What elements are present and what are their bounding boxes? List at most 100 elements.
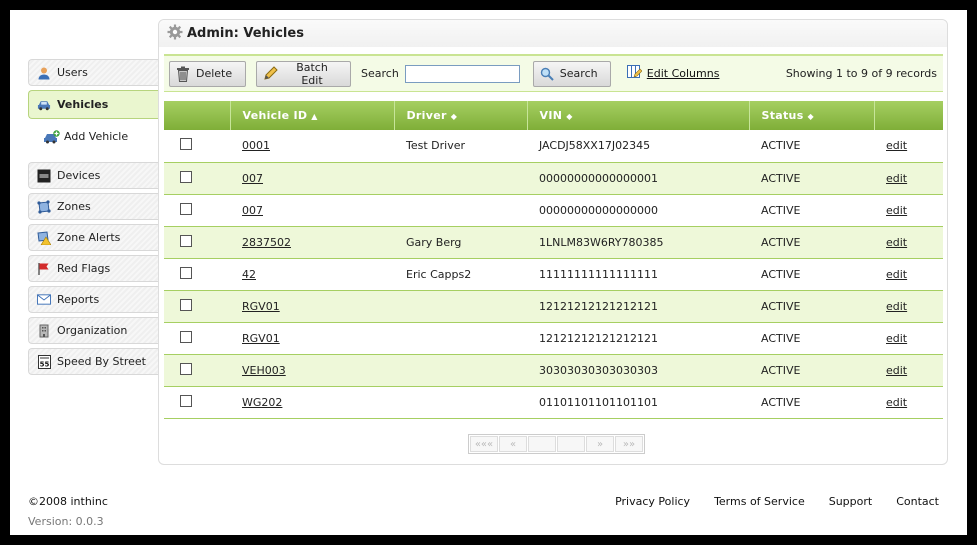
table-row: RGV01 12121212121212121 ACTIVE edit bbox=[164, 290, 943, 322]
version-label: Version: 0.0.3 bbox=[28, 515, 104, 528]
status-cell: ACTIVE bbox=[761, 267, 801, 281]
vehicle-id-link[interactable]: RGV01 bbox=[242, 332, 280, 345]
privacy-policy-link[interactable]: Privacy Policy bbox=[615, 495, 690, 508]
action-column-header bbox=[874, 101, 943, 130]
driver-cell: Gary Berg bbox=[406, 235, 462, 249]
sidebar-item-label: Vehicles bbox=[57, 98, 109, 111]
contact-link[interactable]: Contact bbox=[896, 495, 939, 508]
vehicle-id-link[interactable]: 007 bbox=[242, 204, 263, 217]
table-row: 0001 Test Driver JACDJ58XX17J02345 ACTIV… bbox=[164, 130, 943, 162]
row-checkbox[interactable] bbox=[180, 394, 192, 407]
driver-cell bbox=[394, 354, 527, 386]
sidebar-item-label: Organization bbox=[57, 324, 128, 337]
vehicle-id-column-header[interactable]: Vehicle ID ▲ bbox=[230, 101, 395, 130]
vehicle-id-link[interactable]: 0001 bbox=[242, 139, 270, 152]
last-page-button[interactable]: »» bbox=[615, 436, 643, 452]
search-input[interactable] bbox=[404, 64, 520, 83]
edit-columns-link[interactable]: Edit Columns bbox=[626, 65, 719, 82]
vehicle-id-link[interactable]: 2837502 bbox=[242, 236, 291, 249]
driver-cell bbox=[394, 322, 527, 354]
sidebar-item-speed-by-street[interactable]: 55 Speed By Street bbox=[28, 348, 158, 375]
edit-link[interactable]: edit bbox=[886, 300, 907, 313]
vehicles-panel: Admin: Vehicles Delete Batch Edit Search bbox=[158, 19, 948, 465]
driver-cell: Eric Capps2 bbox=[406, 267, 472, 281]
envelope-icon bbox=[37, 293, 51, 307]
vin-column-header[interactable]: VIN ◆ bbox=[527, 101, 750, 130]
sidebar-item-red-flags[interactable]: Red Flags bbox=[28, 255, 158, 282]
user-icon bbox=[37, 66, 51, 80]
previous-page-button[interactable]: « bbox=[499, 436, 527, 452]
search-button-label: Search bbox=[559, 67, 598, 80]
application-window: Users Vehicles Add Vehicle Devices Zones… bbox=[10, 10, 967, 535]
vin-cell: 01101101101101101 bbox=[539, 395, 658, 409]
row-checkbox[interactable] bbox=[180, 298, 192, 311]
search-icon bbox=[540, 67, 554, 81]
trash-icon bbox=[176, 66, 190, 82]
car-icon bbox=[37, 98, 51, 112]
vin-cell: JACDJ58XX17J02345 bbox=[539, 139, 651, 153]
status-column-header[interactable]: Status ◆ bbox=[749, 101, 875, 130]
row-checkbox[interactable] bbox=[180, 138, 192, 151]
page-number-button[interactable] bbox=[528, 436, 556, 452]
vehicle-id-link[interactable]: VEH003 bbox=[242, 364, 286, 377]
sidebar-item-zones[interactable]: Zones bbox=[28, 193, 158, 220]
delete-button[interactable]: Delete bbox=[169, 60, 246, 87]
red-flag-icon bbox=[37, 262, 51, 276]
search-button[interactable]: Search bbox=[532, 60, 611, 87]
sidebar-item-users[interactable]: Users bbox=[28, 59, 158, 86]
edit-link[interactable]: edit bbox=[886, 268, 907, 281]
sidebar-item-vehicles[interactable]: Vehicles bbox=[28, 90, 158, 119]
vehicle-id-link[interactable]: RGV01 bbox=[242, 300, 280, 313]
edit-link[interactable]: edit bbox=[886, 396, 907, 409]
status-cell: ACTIVE bbox=[761, 331, 801, 345]
row-checkbox[interactable] bbox=[180, 202, 192, 215]
edit-link[interactable]: edit bbox=[886, 332, 907, 345]
edit-columns-icon bbox=[626, 65, 643, 82]
status-cell: ACTIVE bbox=[761, 235, 801, 249]
edit-link[interactable]: edit bbox=[886, 204, 907, 217]
vin-cell: 12121212121212121 bbox=[539, 299, 658, 313]
page-number-button[interactable] bbox=[557, 436, 585, 452]
table-row: 42 Eric Capps2 11111111111111111 ACTIVE … bbox=[164, 258, 943, 290]
edit-link[interactable]: edit bbox=[886, 139, 907, 152]
row-checkbox[interactable] bbox=[180, 362, 192, 375]
row-checkbox[interactable] bbox=[180, 234, 192, 247]
sidebar-item-organization[interactable]: Organization bbox=[28, 317, 158, 344]
vin-cell: 00000000000000000 bbox=[539, 203, 658, 217]
first-page-button[interactable]: ««« bbox=[470, 436, 498, 452]
table-row: VEH003 30303030303030303 ACTIVE edit bbox=[164, 354, 943, 386]
sidebar-item-reports[interactable]: Reports bbox=[28, 286, 158, 313]
edit-link[interactable]: edit bbox=[886, 236, 907, 249]
add-vehicle-icon bbox=[44, 129, 60, 144]
vehicle-id-link[interactable]: 007 bbox=[242, 172, 263, 185]
page-title-text: Admin: Vehicles bbox=[187, 26, 304, 41]
batch-edit-button[interactable]: Batch Edit bbox=[256, 60, 351, 87]
row-checkbox[interactable] bbox=[180, 266, 192, 279]
sidebar-item-add-vehicle[interactable]: Add Vehicle bbox=[28, 123, 158, 150]
vehicles-table: Vehicle ID ▲ Driver ◆ VIN ◆ Status ◆ 0001 Te… bbox=[164, 101, 943, 419]
edit-link[interactable]: edit bbox=[886, 172, 907, 185]
support-link[interactable]: Support bbox=[829, 495, 872, 508]
edit-link[interactable]: edit bbox=[886, 364, 907, 377]
table-row: WG202 01101101101101101 ACTIVE edit bbox=[164, 386, 943, 418]
select-column-header bbox=[164, 101, 231, 130]
table-header-row: Vehicle ID ▲ Driver ◆ VIN ◆ Status ◆ bbox=[164, 101, 943, 130]
driver-cell bbox=[394, 386, 527, 418]
next-page-button[interactable]: » bbox=[586, 436, 614, 452]
status-cell: ACTIVE bbox=[761, 139, 801, 153]
row-checkbox[interactable] bbox=[180, 170, 192, 183]
row-checkbox[interactable] bbox=[180, 330, 192, 343]
toolbar: Delete Batch Edit Search Search Edit Col… bbox=[164, 54, 943, 92]
vehicle-id-link[interactable]: WG202 bbox=[242, 396, 282, 409]
sidebar-item-devices[interactable]: Devices bbox=[28, 162, 158, 189]
sidebar-item-label: Devices bbox=[57, 169, 101, 182]
batch-edit-button-label: Batch Edit bbox=[296, 60, 328, 87]
sidebar-item-zone-alerts[interactable]: Zone Alerts bbox=[28, 224, 158, 251]
vin-cell: 12121212121212121 bbox=[539, 331, 658, 345]
vehicle-id-link[interactable]: 42 bbox=[242, 268, 256, 281]
terms-of-service-link[interactable]: Terms of Service bbox=[714, 495, 805, 508]
speed-sign-icon: 55 bbox=[37, 354, 51, 369]
device-icon bbox=[37, 169, 51, 183]
sidebar-item-label: Zone Alerts bbox=[57, 231, 121, 244]
driver-column-header[interactable]: Driver ◆ bbox=[394, 101, 528, 130]
